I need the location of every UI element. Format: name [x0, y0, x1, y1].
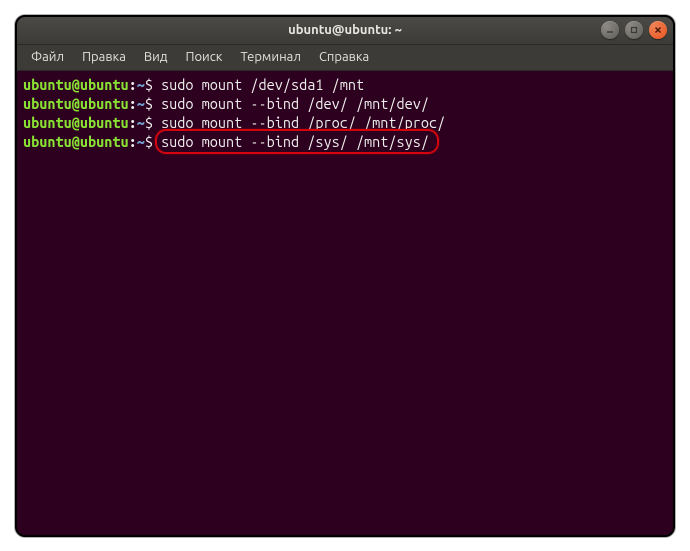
menu-file[interactable]: Файл: [23, 48, 72, 66]
terminal-line: ubuntu@ubuntu:~$ sudo mount /dev/sda1 /m…: [23, 75, 667, 94]
window-title: ubuntu@ubuntu: ~: [288, 23, 402, 37]
prompt-user: ubuntu@ubuntu: [23, 95, 129, 112]
command-text: sudo mount --bind /sys/ /mnt/sys/: [161, 133, 429, 150]
menubar: Файл Правка Вид Поиск Терминал Справка: [17, 45, 673, 71]
highlighted-command: sudo mount --bind /sys/ /mnt/sys/: [161, 132, 429, 151]
prompt-path: ~: [137, 114, 145, 131]
prompt-dollar: $: [145, 95, 153, 112]
menu-view[interactable]: Вид: [136, 48, 176, 66]
command-text: sudo mount /dev/sda1 /mnt: [161, 76, 364, 93]
command-text: sudo mount --bind /proc/ /mnt/proc/: [161, 114, 445, 131]
terminal-line: ubuntu@ubuntu:~$ sudo mount --bind /sys/…: [23, 132, 667, 151]
prompt-path: ~: [137, 95, 145, 112]
close-icon: [654, 26, 662, 34]
prompt-dollar: $: [145, 114, 153, 131]
terminal-body[interactable]: ubuntu@ubuntu:~$ sudo mount /dev/sda1 /m…: [17, 71, 673, 535]
close-button[interactable]: [649, 21, 667, 39]
prompt-colon: :: [129, 76, 137, 93]
prompt-user: ubuntu@ubuntu: [23, 76, 129, 93]
prompt-colon: :: [129, 133, 137, 150]
minimize-icon: [606, 26, 614, 34]
prompt-user: ubuntu@ubuntu: [23, 133, 129, 150]
titlebar: ubuntu@ubuntu: ~: [17, 17, 673, 45]
terminal-window: ubuntu@ubuntu: ~ Файл Правка Вид Поиск Т…: [15, 15, 675, 537]
prompt-colon: :: [129, 114, 137, 131]
prompt-colon: :: [129, 95, 137, 112]
menu-search[interactable]: Поиск: [177, 48, 230, 66]
prompt-path: ~: [137, 133, 145, 150]
menu-edit[interactable]: Правка: [74, 48, 134, 66]
command-text: sudo mount --bind /dev/ /mnt/dev/: [161, 95, 429, 112]
window-controls: [601, 21, 667, 39]
terminal-line: ubuntu@ubuntu:~$ sudo mount --bind /dev/…: [23, 94, 667, 113]
prompt-dollar: $: [145, 133, 153, 150]
prompt-dollar: $: [145, 76, 153, 93]
maximize-button[interactable]: [625, 21, 643, 39]
minimize-button[interactable]: [601, 21, 619, 39]
prompt-user: ubuntu@ubuntu: [23, 114, 129, 131]
prompt-path: ~: [137, 76, 145, 93]
maximize-icon: [630, 26, 638, 34]
terminal-line: ubuntu@ubuntu:~$ sudo mount --bind /proc…: [23, 113, 667, 132]
menu-help[interactable]: Справка: [311, 48, 377, 66]
menu-terminal[interactable]: Терминал: [232, 48, 308, 66]
